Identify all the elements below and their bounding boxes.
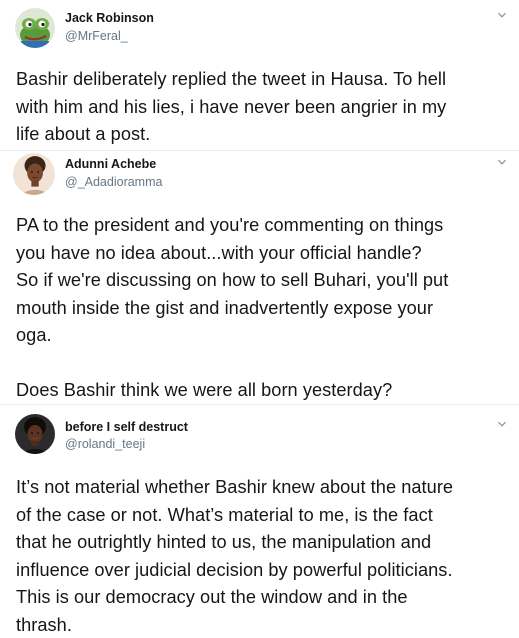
tweet-text-line	[16, 350, 505, 378]
user-handle[interactable]: @MrFeral_	[65, 29, 128, 43]
tweet-text-line: Bashir deliberately replied the tweet in…	[16, 69, 447, 89]
tweet-text: PA to the president and you're commentin…	[16, 212, 505, 405]
tweet-text-line: mouth inside the gist and inadvertently …	[16, 297, 434, 318]
chevron-down-icon[interactable]	[497, 419, 507, 429]
chevron-down-icon[interactable]	[497, 157, 507, 167]
tweet-text: It’s not material whether Bashir knew ab…	[16, 474, 505, 638]
avatar[interactable]	[15, 8, 55, 48]
woman-avatar-dark-icon	[15, 414, 55, 454]
tweet-text-line: life about a post.	[16, 124, 151, 144]
tweet-text-line: with him and his lies, i have never been…	[16, 96, 447, 117]
tweet-text-line: It’s not material whether Bashir knew ab…	[16, 477, 454, 497]
tweet-text-line: Does Bashir think we were all born yeste…	[16, 380, 393, 400]
display-name[interactable]: Jack Robinson	[65, 11, 154, 25]
chevron-down-icon[interactable]	[497, 10, 507, 20]
tweet-text-line: oga.	[16, 325, 52, 345]
tweet-text-line: influence over judicial decision by powe…	[16, 559, 453, 580]
display-name[interactable]: Adunni Achebe	[65, 157, 156, 171]
tweet-text-line: PA to the president and you're commentin…	[16, 215, 444, 235]
tweet-feed: Jack Robinson @MrFeral_ Bashir deliberat…	[0, 0, 519, 638]
frog-avatar-icon	[15, 8, 55, 48]
tweet-text: Bashir deliberately replied the tweet in…	[16, 66, 505, 149]
tweet-text-line: you have no idea about...with your offic…	[16, 242, 422, 263]
tweet-text-line: This is our democracy out the window and…	[16, 587, 408, 607]
user-handle[interactable]: @_Adadioramma	[65, 175, 162, 189]
display-name[interactable]: before I self destruct	[65, 420, 188, 434]
tweet-card[interactable]: before I self destruct @rolandi_teeji It…	[0, 405, 519, 638]
tweet-card[interactable]: Jack Robinson @MrFeral_ Bashir deliberat…	[0, 0, 519, 150]
woman-avatar-icon	[13, 153, 55, 195]
avatar[interactable]	[15, 414, 55, 454]
avatar[interactable]	[13, 153, 55, 195]
tweet-text-line: So if we're discussing on how to sell Bu…	[16, 270, 449, 290]
tweet-text-line: of the case or not. What’s material to m…	[16, 504, 433, 525]
tweet-card[interactable]: Adunni Achebe @_Adadioramma PA to the pr…	[0, 151, 519, 404]
tweet-text-line: thrash.	[16, 614, 72, 635]
tweet-text-line: that he outrightly hinted to us, the man…	[16, 532, 432, 552]
user-handle[interactable]: @rolandi_teeji	[65, 437, 145, 451]
